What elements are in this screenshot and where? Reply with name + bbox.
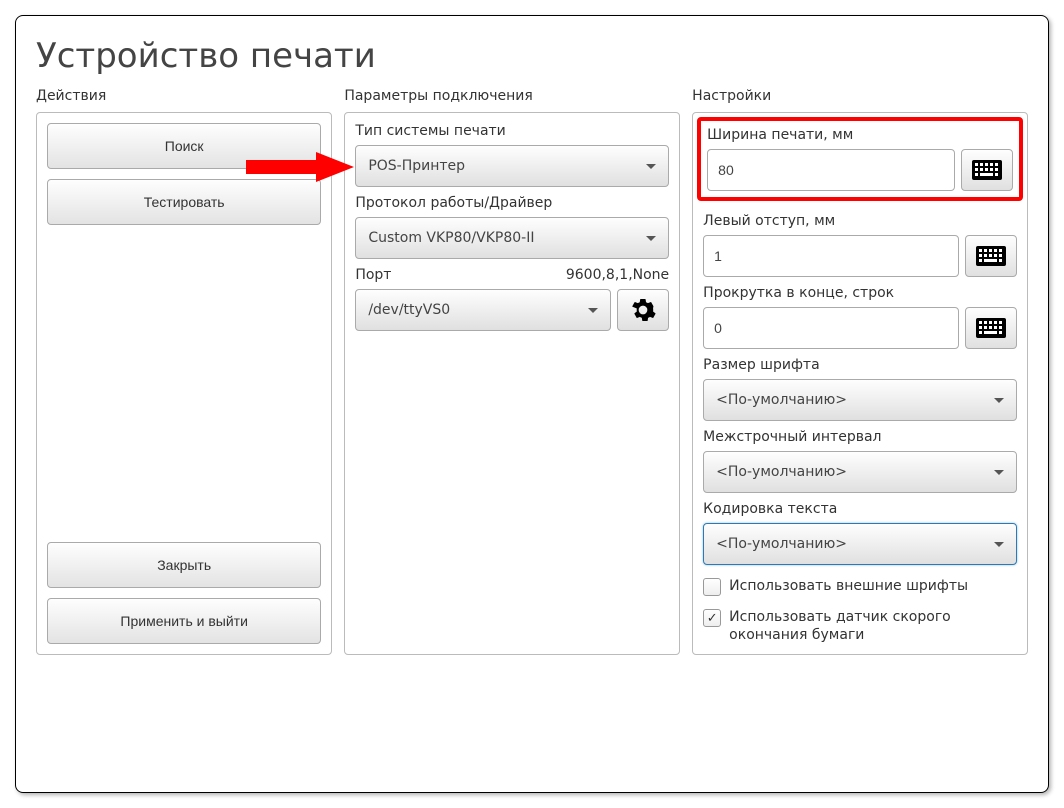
gear-icon xyxy=(630,297,656,323)
print-width-input[interactable] xyxy=(707,149,955,191)
search-button[interactable]: Поиск xyxy=(47,123,321,169)
driver-label: Протокол работы/Драйвер xyxy=(355,195,669,211)
encoding-select[interactable]: <По-умолчанию> xyxy=(703,523,1017,565)
print-system-type-label: Тип системы печати xyxy=(355,123,669,139)
external-fonts-row: Использовать внешние шрифты xyxy=(703,577,1017,596)
port-label-row: Порт 9600,8,1,None xyxy=(355,267,669,283)
chevron-down-icon xyxy=(994,398,1004,403)
chevron-down-icon xyxy=(994,542,1004,547)
panel-actions: Поиск Тестировать Закрыть Применить и вы… xyxy=(36,112,332,655)
keyboard-icon xyxy=(976,246,1006,266)
line-spacing-label: Межстрочный интервал xyxy=(703,429,1017,445)
left-margin-label: Левый отступ, мм xyxy=(703,213,1017,229)
apply-exit-button[interactable]: Применить и выйти xyxy=(47,598,321,644)
print-system-type-value: POS-Принтер xyxy=(368,158,465,174)
keyboard-button[interactable] xyxy=(961,149,1013,191)
paper-sensor-checkbox[interactable] xyxy=(703,609,721,627)
columns-layout: Действия Поиск Тестировать Закрыть Приме… xyxy=(36,88,1028,655)
paper-sensor-label: Использовать датчик скорого окончания бу… xyxy=(729,608,1017,644)
line-spacing-value: <По-умолчанию> xyxy=(716,464,847,480)
port-settings-summary: 9600,8,1,None xyxy=(566,267,669,283)
chevron-down-icon xyxy=(646,164,656,169)
section-label-settings: Настройки xyxy=(692,88,1028,104)
panel-settings: Ширина печати, мм xyxy=(692,112,1028,655)
printer-device-window: Устройство печати Действия Поиск Тестиро… xyxy=(15,15,1049,793)
test-button[interactable]: Тестировать xyxy=(47,179,321,225)
paper-sensor-row: Использовать датчик скорого окончания бу… xyxy=(703,608,1017,644)
chevron-down-icon xyxy=(588,308,598,313)
external-fonts-label: Использовать внешние шрифты xyxy=(729,577,968,595)
port-settings-button[interactable] xyxy=(617,289,669,331)
left-margin-input[interactable] xyxy=(703,235,959,277)
section-label-params: Параметры подключения xyxy=(344,88,680,104)
panel-params: Тип системы печати POS-Принтер Протокол … xyxy=(344,112,680,655)
font-size-label: Размер шрифта xyxy=(703,357,1017,373)
port-select[interactable]: /dev/ttyVS0 xyxy=(355,289,611,331)
print-width-highlight: Ширина печати, мм xyxy=(697,117,1023,201)
driver-select[interactable]: Custom VKP80/VKP80-II xyxy=(355,217,669,259)
encoding-label: Кодировка текста xyxy=(703,501,1017,517)
font-size-select[interactable]: <По-умолчанию> xyxy=(703,379,1017,421)
section-label-actions: Действия xyxy=(36,88,332,104)
page-title: Устройство печати xyxy=(36,36,1028,76)
column-actions: Действия Поиск Тестировать Закрыть Приме… xyxy=(36,88,332,655)
encoding-value: <По-умолчанию> xyxy=(716,536,847,552)
port-value: /dev/ttyVS0 xyxy=(368,302,450,318)
close-button[interactable]: Закрыть xyxy=(47,542,321,588)
keyboard-icon xyxy=(972,160,1002,180)
port-label: Порт xyxy=(355,267,391,283)
print-width-label: Ширина печати, мм xyxy=(707,127,1013,143)
chevron-down-icon xyxy=(994,470,1004,475)
keyboard-button[interactable] xyxy=(965,235,1017,277)
chevron-down-icon xyxy=(646,236,656,241)
column-params: Параметры подключения Тип системы печати… xyxy=(344,88,680,655)
scroll-end-label: Прокрутка в конце, строк xyxy=(703,285,1017,301)
print-system-type-select[interactable]: POS-Принтер xyxy=(355,145,669,187)
column-settings: Настройки Ширина печати, мм xyxy=(692,88,1028,655)
driver-value: Custom VKP80/VKP80-II xyxy=(368,230,534,246)
keyboard-icon xyxy=(976,318,1006,338)
line-spacing-select[interactable]: <По-умолчанию> xyxy=(703,451,1017,493)
scroll-end-input[interactable] xyxy=(703,307,959,349)
external-fonts-checkbox[interactable] xyxy=(703,578,721,596)
keyboard-button[interactable] xyxy=(965,307,1017,349)
font-size-value: <По-умолчанию> xyxy=(716,392,847,408)
